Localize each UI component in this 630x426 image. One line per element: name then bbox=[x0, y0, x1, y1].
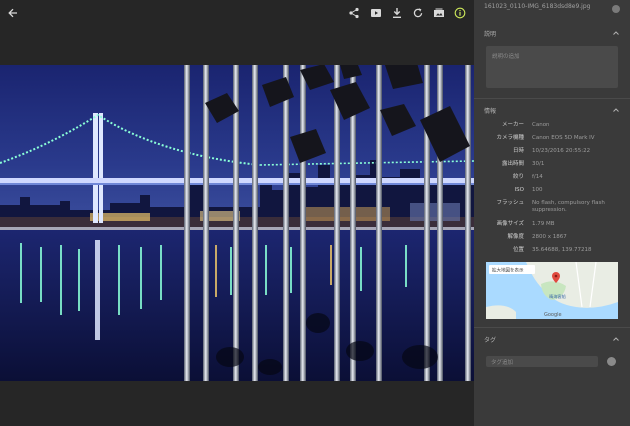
info-value: Canon EOS 5D Mark IV bbox=[532, 135, 595, 141]
description-placeholder: 説明の追加 bbox=[492, 54, 520, 60]
info-value: 10/23/2016 20:55:22 bbox=[532, 148, 591, 154]
divider bbox=[474, 98, 630, 99]
description-section-label: 説明 bbox=[484, 31, 497, 38]
info-value: 1.79 MB bbox=[532, 221, 555, 227]
info-icon[interactable] bbox=[452, 5, 468, 21]
info-value: f/14 bbox=[532, 174, 543, 180]
info-section-label: 情報 bbox=[484, 108, 497, 115]
tag-input[interactable]: タグ追加 bbox=[486, 356, 598, 367]
info-key: 露出時間 bbox=[501, 161, 524, 167]
photo-image bbox=[0, 65, 474, 381]
description-input[interactable]: 説明の追加 bbox=[486, 46, 618, 88]
info-key: 画像サイズ bbox=[496, 221, 524, 227]
info-value: 2800 x 1867 bbox=[532, 234, 567, 240]
info-key: 解像度 bbox=[507, 234, 524, 240]
info-panel: 161023_0110-IMG_6183dsd8e9.jpg 説明 説明の追加 … bbox=[474, 0, 630, 426]
info-value: No flash, compulsory flash suppression. bbox=[532, 200, 605, 213]
divider bbox=[474, 327, 630, 328]
chevron-up-icon[interactable] bbox=[612, 29, 620, 37]
viewer-toolbar bbox=[0, 0, 474, 26]
tags-section-header[interactable]: タグ bbox=[474, 333, 630, 347]
location-map[interactable]: 拡大地図を表示 晴海客船 Google bbox=[486, 262, 618, 319]
info-key: カメラ機種 bbox=[496, 135, 524, 141]
add-to-album-icon[interactable] bbox=[431, 5, 447, 21]
info-key: フラッシュ bbox=[496, 200, 524, 206]
map-place-label: 晴海客船 bbox=[549, 293, 566, 300]
info-key: ISO bbox=[514, 187, 524, 193]
close-icon[interactable] bbox=[612, 5, 620, 13]
add-tag-button[interactable] bbox=[607, 357, 616, 366]
file-name: 161023_0110-IMG_6183dsd8e9.jpg bbox=[484, 3, 591, 10]
view-larger-map-button[interactable]: 拡大地図を表示 bbox=[492, 267, 524, 274]
info-value: 30/1 bbox=[532, 161, 545, 167]
back-arrow-icon[interactable] bbox=[5, 5, 21, 21]
info-key: 日時 bbox=[512, 148, 524, 154]
download-icon[interactable] bbox=[389, 5, 405, 21]
rotate-icon[interactable] bbox=[410, 5, 426, 21]
tag-placeholder: タグ追加 bbox=[491, 360, 514, 366]
tags-section-label: タグ bbox=[484, 337, 497, 344]
info-value: 100 bbox=[532, 187, 543, 193]
chevron-up-icon[interactable] bbox=[612, 106, 620, 114]
info-key: 位置 bbox=[512, 247, 524, 253]
image-viewer bbox=[0, 0, 474, 426]
chevron-up-icon[interactable] bbox=[612, 335, 620, 343]
description-section-header[interactable]: 説明 bbox=[474, 27, 630, 41]
map-brand-label: Google bbox=[544, 312, 562, 318]
info-section-header[interactable]: 情報 bbox=[474, 104, 630, 118]
share-icon[interactable] bbox=[346, 5, 362, 21]
info-key: 絞り bbox=[512, 174, 524, 180]
slideshow-icon[interactable] bbox=[368, 5, 384, 21]
info-value: 35.64688, 139.77218 bbox=[532, 247, 592, 253]
info-key: メーカー bbox=[501, 122, 524, 128]
info-value: Canon bbox=[532, 122, 550, 128]
